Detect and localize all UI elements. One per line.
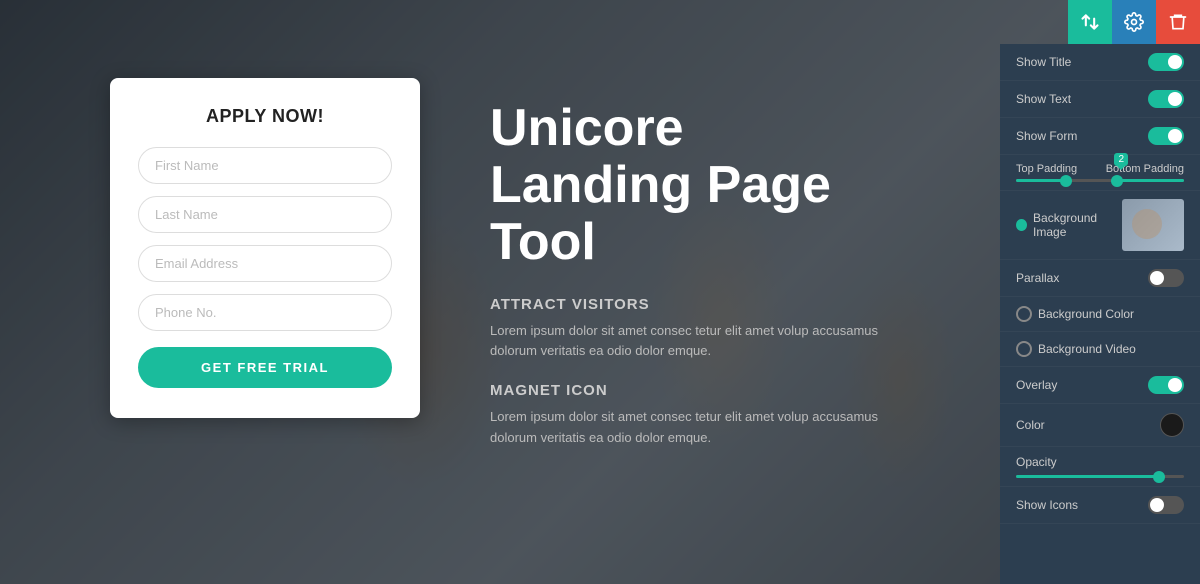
parallax-label: Parallax: [1016, 271, 1059, 285]
overlay-label: Overlay: [1016, 378, 1057, 392]
opacity-thumb[interactable]: [1153, 471, 1165, 483]
parallax-row: Parallax: [1000, 260, 1200, 297]
show-text-toggle[interactable]: [1148, 90, 1184, 108]
bottom-padding-thumb[interactable]: 2: [1111, 175, 1123, 187]
email-input[interactable]: [138, 245, 392, 282]
section2-title: MAGNET ICON: [490, 382, 920, 399]
settings-panel: Show Title Show Text Show Form Top Paddi…: [1000, 44, 1200, 584]
delete-button[interactable]: [1156, 0, 1200, 44]
top-padding-thumb[interactable]: [1060, 175, 1072, 187]
first-name-input[interactable]: [138, 147, 392, 184]
section1-text: Lorem ipsum dolor sit amet consec tetur …: [490, 321, 920, 363]
show-title-row: Show Title: [1000, 44, 1200, 81]
show-icons-label: Show Icons: [1016, 498, 1078, 512]
parallax-toggle[interactable]: [1148, 269, 1184, 287]
hero-title: Unicore Landing Page Tool: [490, 100, 920, 272]
show-title-toggle[interactable]: [1148, 53, 1184, 71]
background-color-radio[interactable]: [1016, 306, 1032, 322]
toggle-knob: [1150, 498, 1164, 512]
form-title: APPLY NOW!: [138, 106, 392, 127]
bg-image-radio[interactable]: [1016, 219, 1027, 231]
settings-button[interactable]: [1112, 0, 1156, 44]
bg-image-thumbnail[interactable]: [1122, 199, 1184, 251]
padding-labels: Top Padding Bottom Padding: [1016, 163, 1184, 175]
trash-icon: [1168, 12, 1188, 32]
background-video-label: Background Video: [1038, 342, 1136, 356]
slider-badge: 2: [1114, 153, 1128, 166]
show-title-label: Show Title: [1016, 55, 1071, 69]
show-icons-row: Show Icons: [1000, 487, 1200, 524]
background-video-radio[interactable]: [1016, 341, 1032, 357]
toggle-knob: [1150, 271, 1164, 285]
toggle-knob: [1168, 129, 1182, 143]
form-card: APPLY NOW! GET FREE TRIAL: [110, 78, 420, 418]
color-label: Color: [1016, 418, 1045, 432]
opacity-slider-track[interactable]: [1016, 475, 1184, 478]
opacity-label: Opacity: [1016, 455, 1057, 469]
overlay-row: Overlay: [1000, 367, 1200, 404]
gear-icon: [1124, 12, 1144, 32]
top-toolbar: [1068, 0, 1200, 44]
toggle-knob: [1168, 55, 1182, 69]
top-padding-label: Top Padding: [1016, 163, 1077, 175]
last-name-input[interactable]: [138, 196, 392, 233]
hero-content: Unicore Landing Page Tool ATTRACT VISITO…: [490, 100, 920, 469]
background-color-row: Background Color: [1000, 297, 1200, 332]
show-text-row: Show Text: [1000, 81, 1200, 118]
background-video-row: Background Video: [1000, 332, 1200, 367]
show-form-row: Show Form: [1000, 118, 1200, 155]
show-form-label: Show Form: [1016, 129, 1077, 143]
show-icons-toggle[interactable]: [1148, 496, 1184, 514]
overlay-toggle[interactable]: [1148, 376, 1184, 394]
padding-section: Top Padding Bottom Padding 2: [1000, 155, 1200, 191]
toggle-knob: [1168, 378, 1182, 392]
slider-fill-right: [1117, 179, 1184, 182]
transfer-button[interactable]: [1068, 0, 1112, 44]
slider-fill-left: [1016, 179, 1066, 182]
color-swatch[interactable]: [1160, 413, 1184, 437]
show-text-label: Show Text: [1016, 92, 1071, 106]
toggle-knob: [1168, 92, 1182, 106]
section2-text: Lorem ipsum dolor sit amet consec tetur …: [490, 407, 920, 449]
phone-input[interactable]: [138, 294, 392, 331]
submit-button[interactable]: GET FREE TRIAL: [138, 347, 392, 388]
opacity-section: Opacity: [1000, 447, 1200, 487]
color-row: Color: [1000, 404, 1200, 447]
section1-title: ATTRACT VISITORS: [490, 296, 920, 313]
show-form-toggle[interactable]: [1148, 127, 1184, 145]
bg-image-row: Background Image: [1016, 199, 1184, 251]
opacity-fill: [1016, 475, 1159, 478]
background-color-label: Background Color: [1038, 307, 1134, 321]
transfer-icon: [1080, 12, 1100, 32]
bg-image-label: Background Image: [1033, 211, 1122, 239]
padding-slider-track[interactable]: 2: [1016, 179, 1184, 182]
background-image-section: Background Image: [1000, 191, 1200, 260]
